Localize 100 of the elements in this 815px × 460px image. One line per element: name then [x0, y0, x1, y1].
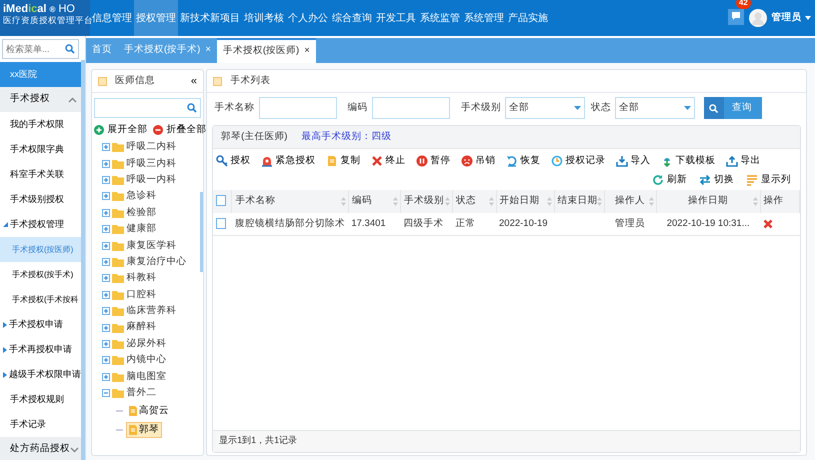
nav-item[interactable]: 综合查询	[330, 0, 374, 36]
nav-item[interactable]: 培训考核	[242, 0, 286, 36]
sidebar-item[interactable]: 我的手术权限	[0, 112, 85, 137]
document-icon	[128, 424, 136, 435]
nav-item[interactable]: 个人办公	[286, 0, 330, 36]
tree-node[interactable]: 内镜中心	[126, 353, 166, 368]
toolbar-button[interactable]: 下载模板	[660, 154, 716, 168]
max-level-text: 最高手术级别：四级	[301, 130, 392, 144]
tree-node[interactable]: 呼吸一内科	[126, 172, 176, 188]
table-cell: 17.3401	[351, 218, 386, 229]
tree-node[interactable]: 脑电图室	[126, 370, 166, 384]
checkbox[interactable]	[216, 195, 226, 206]
tree-node[interactable]: 科教科	[126, 271, 156, 286]
tree-node[interactable]: 麻醉科	[126, 320, 156, 335]
toolbar-button[interactable]: 紧急授权	[260, 154, 316, 168]
nav-item[interactable]: 系统监管	[418, 0, 462, 36]
expand-all-button[interactable]: 展开全部	[94, 122, 148, 137]
tree-node[interactable]: 健康部	[126, 222, 156, 236]
cross-icon	[763, 219, 774, 229]
document-icon	[326, 155, 338, 168]
toolbar-button[interactable]: 复制	[326, 154, 360, 168]
list-icon	[746, 174, 758, 186]
table-cell: 四级手术	[403, 218, 444, 229]
folder-icon	[112, 306, 124, 316]
message-button[interactable]	[728, 9, 744, 25]
table-cell: 2022-10-19	[499, 218, 548, 229]
sidebar-item[interactable]: 手术授权申请	[0, 312, 85, 337]
folder-icon	[112, 191, 124, 202]
folder-icon	[112, 158, 124, 169]
toolbar-button[interactable]: 授权	[216, 154, 250, 168]
panel-title: 医师信息	[115, 74, 155, 88]
sidebar-item[interactable]: 手术授权管理	[0, 212, 85, 237]
tree-node[interactable]: 呼吸三内科	[126, 156, 176, 171]
pagination-info: 显示1到1，共1记录	[219, 434, 298, 448]
document-icon	[128, 406, 136, 416]
sidebar-item[interactable]: 手术授权(按手术)	[0, 262, 84, 287]
tree-node[interactable]: 泌尿外科	[126, 336, 166, 352]
toolbar-button[interactable]: 吊销	[460, 154, 496, 168]
sidebar-item[interactable]: 越级手术权限申请	[0, 362, 85, 387]
logo-text: iMedical ® HO	[3, 3, 76, 16]
search-field[interactable]	[94, 98, 201, 118]
tree-node[interactable]: 急诊科	[126, 189, 156, 204]
user-menu[interactable]: 管理员	[770, 10, 813, 26]
sidebar-item[interactable]: 科室手术关联	[0, 162, 85, 187]
folder-icon	[112, 257, 124, 268]
sidebar-item[interactable]: 手术再授权申请	[0, 337, 85, 362]
tab[interactable]: 手术授权(按医师) ×	[216, 38, 316, 63]
folder-icon	[112, 224, 124, 234]
select-field[interactable]: 全部	[504, 97, 585, 119]
folder-icon	[112, 175, 124, 186]
tree-node[interactable]: 高贺云	[126, 402, 172, 419]
folder-icon	[112, 240, 124, 251]
collapse-button[interactable]: «	[190, 72, 197, 90]
panel-icon	[98, 76, 107, 86]
tree-node[interactable]: 康复治疗中心	[126, 254, 186, 270]
swap-icon	[698, 174, 711, 186]
sidebar-item[interactable]: 手术记录	[0, 412, 85, 437]
close-icon[interactable]: ×	[304, 45, 310, 56]
tray-arrow-icon	[616, 155, 628, 168]
undo-icon	[506, 155, 518, 168]
filter-label: 编码	[348, 100, 368, 115]
checkbox[interactable]	[216, 218, 226, 229]
toolbar-button[interactable]: 恢复	[506, 154, 540, 168]
nav-item[interactable]: 产品实施	[506, 0, 550, 36]
tree-node[interactable]: 检验部	[126, 206, 156, 220]
toolbar-button[interactable]: 切换	[698, 173, 734, 188]
toolbar-button[interactable]: 终止	[370, 154, 406, 168]
chat-icon	[730, 11, 741, 22]
pause-icon	[416, 155, 428, 168]
toolbar-button[interactable]: 导出	[726, 154, 760, 168]
folder-icon	[112, 339, 124, 349]
toolbar-button[interactable]: 刷新	[652, 173, 687, 188]
nav-item[interactable]: 开发工具	[374, 0, 418, 36]
toolbar-button[interactable]: 显示列	[746, 173, 791, 188]
tree-node[interactable]: 口腔科	[126, 288, 156, 302]
panel-title: 手术列表	[230, 74, 270, 88]
tree-node[interactable]: 郭琴	[126, 422, 162, 438]
tree-node[interactable]: 普外二	[126, 386, 156, 400]
tree-node[interactable]: 呼吸二内科	[126, 140, 176, 154]
select-field[interactable]: 全部	[615, 97, 696, 119]
alarm-icon	[260, 155, 272, 168]
toolbar-button[interactable]: 授权记录	[550, 154, 606, 168]
toolbar-button[interactable]: 暂停	[416, 154, 450, 168]
input-field[interactable]	[372, 97, 450, 119]
nav-item[interactable]: 信息管理	[90, 0, 134, 36]
refresh-icon	[652, 174, 664, 186]
sidebar-item[interactable]: 手术授权(手术按科	[0, 287, 84, 312]
search-field[interactable]: 检索菜单...	[2, 39, 79, 59]
collapse-all-button[interactable]: 折叠全部	[153, 122, 206, 137]
tree-node[interactable]: 康复医学科	[126, 238, 176, 253]
nav-item[interactable]: 系统管理	[462, 0, 506, 36]
sidebar-item[interactable]: 手术权限字典	[0, 137, 85, 162]
sidebar-item[interactable]: 手术级别授权	[0, 187, 85, 212]
tree-node[interactable]: 临床营养科	[126, 304, 176, 318]
nav-item[interactable]: 新技术新项目	[178, 0, 242, 36]
sidebar-item[interactable]: 手术授权规则	[0, 387, 85, 412]
input-field[interactable]	[258, 97, 336, 119]
delete-button[interactable]	[763, 219, 774, 229]
folder-icon	[112, 372, 124, 382]
toolbar-button[interactable]: 导入	[616, 154, 650, 168]
